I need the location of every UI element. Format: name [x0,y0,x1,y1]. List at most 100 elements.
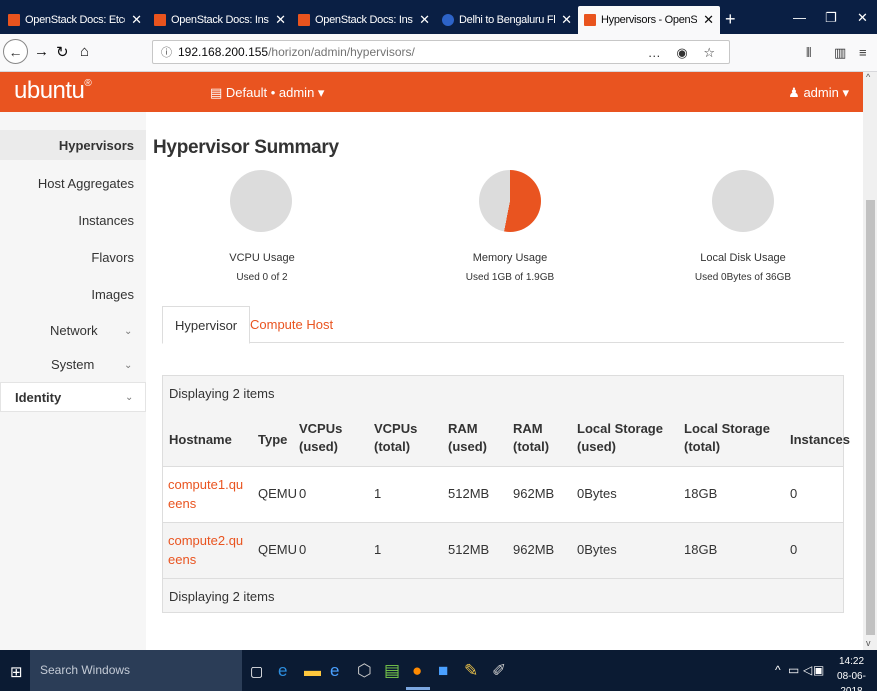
browser-tab-3[interactable]: OpenStack Docs: Install and co ✕ [292,6,436,34]
task-view-icon[interactable]: ▢ [250,663,263,680]
store-icon[interactable]: ⬡ [357,661,372,681]
column-header-vcpus-used[interactable]: VCPUs (used) [299,420,342,456]
close-window-icon[interactable]: ✕ [857,10,868,26]
file-explorer-icon[interactable]: ▬ [304,661,321,681]
column-header-hostname[interactable]: Hostname [169,431,232,449]
column-header-vcpus-total[interactable]: VCPUs (total) [374,420,417,456]
close-tab-icon[interactable]: ✕ [275,12,286,28]
sidebar-item-instances[interactable]: Instances [78,213,134,228]
ubuntu-logo[interactable]: ubuntu® [14,77,92,105]
browser-tab-4[interactable]: Delhi to Bengaluru Flights - Boo ✕ [436,6,578,34]
instances-cell: 0 [790,486,798,501]
paint-icon[interactable]: ✎ [464,661,478,681]
internet-explorer-icon[interactable]: e [330,661,339,681]
url-bar[interactable]: ⓘ 192.168.200.155/horizon/admin/hypervis… [152,40,730,64]
instances-cell: 0 [790,542,798,557]
taskbar-clock[interactable]: 14:22 08-06-2018 [826,654,877,699]
sidebar-group-system[interactable]: System [51,357,94,372]
sidebar-group-network[interactable]: Network [50,323,98,338]
column-header-type[interactable]: Type [258,431,287,449]
site-info-icon[interactable]: ⓘ [161,44,172,60]
sidebar-dashboard-identity[interactable]: Identity ⌄ [0,382,146,412]
sidebar-item-flavors[interactable]: Flavors [91,250,134,265]
scroll-down-icon[interactable]: v [866,638,871,648]
hostname-link[interactable]: compute2.queens [168,531,250,569]
notifications-icon[interactable]: ▣ [813,663,824,677]
sidebar-dashboard-label: Identity [15,390,62,405]
tab-compute-host[interactable]: Compute Host [238,306,345,343]
sidebar-nav: Hypervisors Host Aggregates Instances Fl… [0,112,146,650]
close-tab-icon[interactable]: ✕ [131,12,142,28]
chevron-down-icon: ⌄ [124,326,133,337]
column-header-local-storage-used[interactable]: Local Storage (used) [577,420,663,456]
browser-tab-title: Hypervisors - OpenStack Dashb [601,14,698,26]
browser-tab-strip: OpenStack Docs: Etcd for Ubun ✕ OpenStac… [0,0,877,34]
library-icon[interactable]: ⫴ [806,45,811,61]
sidebar-toggle-icon[interactable]: ▥ [834,45,846,61]
firefox-active-indicator [406,687,430,690]
volume-icon[interactable]: ◁ [803,663,812,677]
notepad-icon[interactable]: ▤ [384,661,400,681]
local-storage-total-cell: 18GB [684,542,718,557]
column-header-local-storage-total[interactable]: Local Storage (total) [684,420,770,456]
close-tab-icon[interactable]: ✕ [419,12,430,28]
browser-tab-title: OpenStack Docs: Install and co [315,14,413,26]
home-icon[interactable]: ⌂ [80,43,89,60]
dashboard-header: ubuntu® ▤ Default • admin ▾ ♟ admin ▾ [0,72,863,112]
minimize-icon[interactable]: — [793,10,806,25]
app-icon[interactable]: ■ [438,661,448,681]
chevron-down-icon: ⌄ [124,360,133,371]
firefox-icon[interactable]: ● [412,661,422,681]
hypervisors-table: Displaying 2 items Hostname Type VCPUs (u… [162,375,850,613]
forward-icon[interactable]: → [34,43,49,60]
scrollbar-thumb[interactable] [866,200,875,635]
memory-usage-pie [479,170,541,232]
browser-tab-5[interactable]: Hypervisors - OpenStack Dashb ✕ [578,6,720,34]
tab-hypervisor[interactable]: Hypervisor [162,306,251,344]
back-button[interactable]: ← [3,39,28,64]
edge-icon[interactable]: e [278,661,287,681]
column-header-instances[interactable]: Instances [790,431,850,449]
scroll-up-icon[interactable]: ^ [866,72,870,82]
browser-nav-bar: ← → ↻ ⌂ ⓘ 192.168.200.155/horizon/admin/… [0,34,877,72]
local-disk-usage-label: Local Disk Usage [700,252,786,264]
user-icon: ♟ [788,85,800,100]
ubuntu-logo-mark-icon: ® [84,78,92,89]
browser-tab-1[interactable]: OpenStack Docs: Etcd for Ubun ✕ [2,6,148,34]
local-disk-usage-sub: Used 0Bytes of 36GB [694,272,792,283]
table-row: compute1.queens QEMU 0 1 512MB 962MB 0By… [163,466,843,522]
sidebar-item-host-aggregates[interactable]: Host Aggregates [38,176,134,191]
network-icon[interactable]: ▭ [788,663,799,677]
tray-chevron-icon[interactable]: ^ [775,663,781,677]
ram-used-cell: 512MB [448,486,490,501]
memory-usage-label: Memory Usage [472,252,548,264]
project-selector[interactable]: ▤ Default • admin ▾ [210,85,324,101]
flights-favicon-icon [442,14,454,26]
new-tab-icon[interactable]: + [725,9,736,30]
windows-start-icon[interactable]: ⊞ [10,663,23,681]
ubuntu-favicon-icon [584,14,596,26]
menu-icon[interactable]: ≡ [859,45,867,60]
page-actions-icon[interactable]: … ◉ ☆ [648,45,721,61]
back-arrow-icon: ← [8,43,23,60]
table-row: compute2.queens QEMU 0 1 512MB 962MB 0By… [163,522,843,578]
tool-icon[interactable]: ✐ [492,661,506,681]
column-header-ram-total[interactable]: RAM (total) [513,420,549,456]
sidebar-item-hypervisors[interactable]: Hypervisors [59,138,134,153]
browser-tab-title: OpenStack Docs: Etcd for Ubun [25,14,125,26]
user-menu[interactable]: ♟ admin ▾ [788,85,849,101]
hostname-link[interactable]: compute1.queens [168,475,250,513]
clock-time: 14:22 [838,656,865,667]
local-disk-usage-pie [712,170,774,232]
browser-tab-2[interactable]: OpenStack Docs: Install OpenSt ✕ [148,6,292,34]
reload-icon[interactable]: ↻ [56,43,69,61]
vcpus-used-cell: 0 [299,542,307,557]
column-header-ram-used[interactable]: RAM (used) [448,420,487,456]
close-tab-icon[interactable]: ✕ [561,12,572,28]
vcpu-usage-label: VCPU Usage [229,252,295,264]
sidebar-item-images[interactable]: Images [91,287,134,302]
close-tab-icon[interactable]: ✕ [703,12,714,28]
taskbar-search[interactable]: Search Windows [30,650,242,691]
project-list-icon: ▤ [210,85,223,100]
restore-icon[interactable]: ❐ [825,10,837,26]
